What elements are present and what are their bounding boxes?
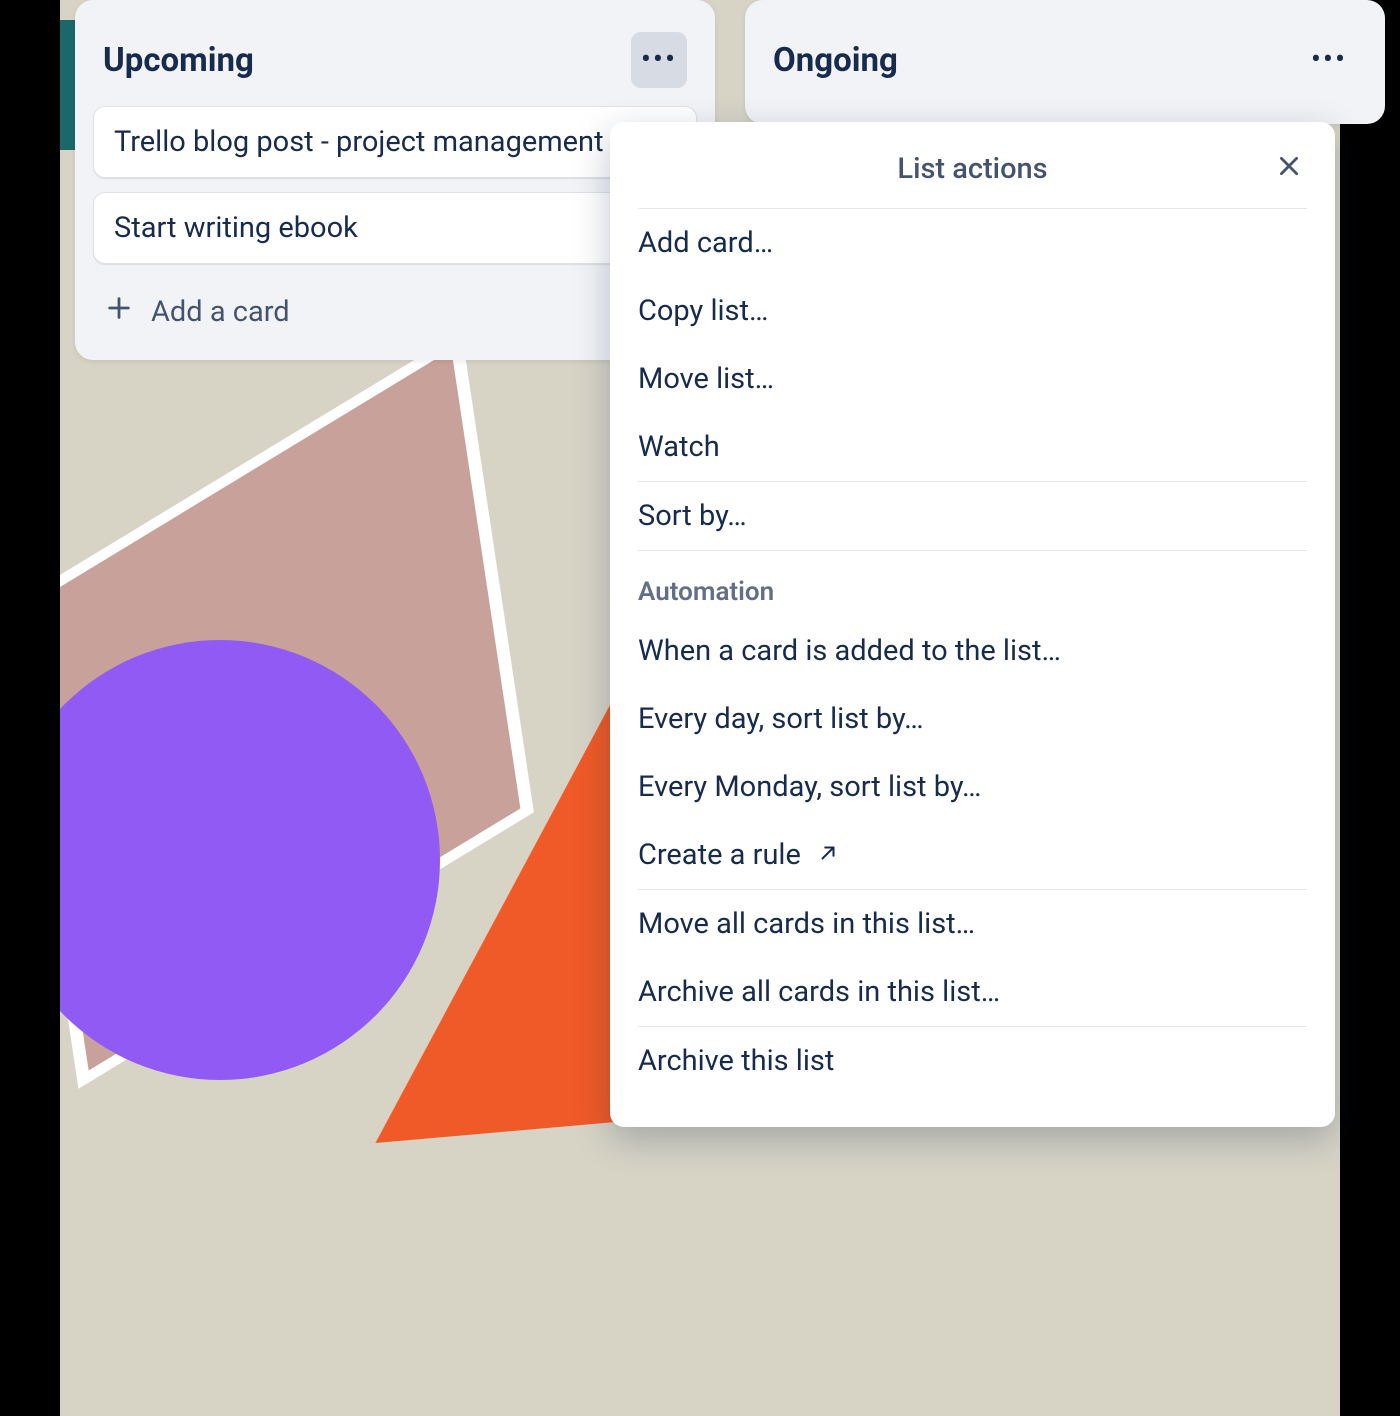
board-stage: Upcoming ••• Trello blog post - project … bbox=[0, 0, 1400, 1416]
action-sort-by[interactable]: Sort by… bbox=[610, 482, 1335, 550]
action-add-card[interactable]: Add card… bbox=[610, 209, 1335, 277]
action-watch[interactable]: Watch bbox=[610, 413, 1335, 481]
external-link-icon bbox=[817, 838, 839, 872]
list-menu-button-ongoing[interactable]: ••• bbox=[1301, 32, 1357, 88]
letterbox-right bbox=[1340, 0, 1400, 1416]
list-actions-popover: List actions Add card… Copy list… Move l… bbox=[610, 122, 1335, 1127]
create-rule-label: Create a rule bbox=[638, 838, 801, 872]
list-header-ongoing: Ongoing ••• bbox=[763, 22, 1367, 106]
more-icon: ••• bbox=[641, 45, 677, 75]
automation-create-rule[interactable]: Create a rule bbox=[610, 821, 1335, 889]
list-title-upcoming[interactable]: Upcoming bbox=[103, 41, 254, 80]
action-archive-list[interactable]: Archive this list bbox=[610, 1027, 1335, 1095]
popover-close-button[interactable] bbox=[1269, 148, 1309, 188]
popover-header: List actions bbox=[610, 140, 1335, 208]
add-card-label: Add a card bbox=[151, 295, 290, 329]
card-start-writing-ebook[interactable]: Start writing ebook bbox=[93, 192, 697, 264]
popover-title: List actions bbox=[897, 152, 1047, 186]
action-move-list[interactable]: Move list… bbox=[610, 345, 1335, 413]
automation-every-day[interactable]: Every day, sort list by… bbox=[610, 685, 1335, 753]
popover-section-automation: Automation bbox=[610, 551, 1335, 617]
list-header-upcoming: Upcoming ••• bbox=[93, 22, 697, 106]
more-icon: ••• bbox=[1311, 45, 1347, 75]
card-trello-blog-post[interactable]: Trello blog post - project management bbox=[93, 106, 697, 178]
automation-every-monday[interactable]: Every Monday, sort list by… bbox=[610, 753, 1335, 821]
list-ongoing: Ongoing ••• bbox=[745, 0, 1385, 124]
list-title-ongoing[interactable]: Ongoing bbox=[773, 41, 898, 80]
close-icon bbox=[1276, 153, 1302, 183]
letterbox-left bbox=[0, 0, 60, 1416]
action-archive-all-cards[interactable]: Archive all cards in this list… bbox=[610, 958, 1335, 1026]
action-move-all-cards[interactable]: Move all cards in this list… bbox=[610, 890, 1335, 958]
automation-card-added[interactable]: When a card is added to the list… bbox=[610, 617, 1335, 685]
list-menu-button-upcoming[interactable]: ••• bbox=[631, 32, 687, 88]
add-card-button-upcoming[interactable]: Add a card bbox=[93, 278, 697, 342]
plus-icon bbox=[105, 294, 133, 330]
action-copy-list[interactable]: Copy list… bbox=[610, 277, 1335, 345]
